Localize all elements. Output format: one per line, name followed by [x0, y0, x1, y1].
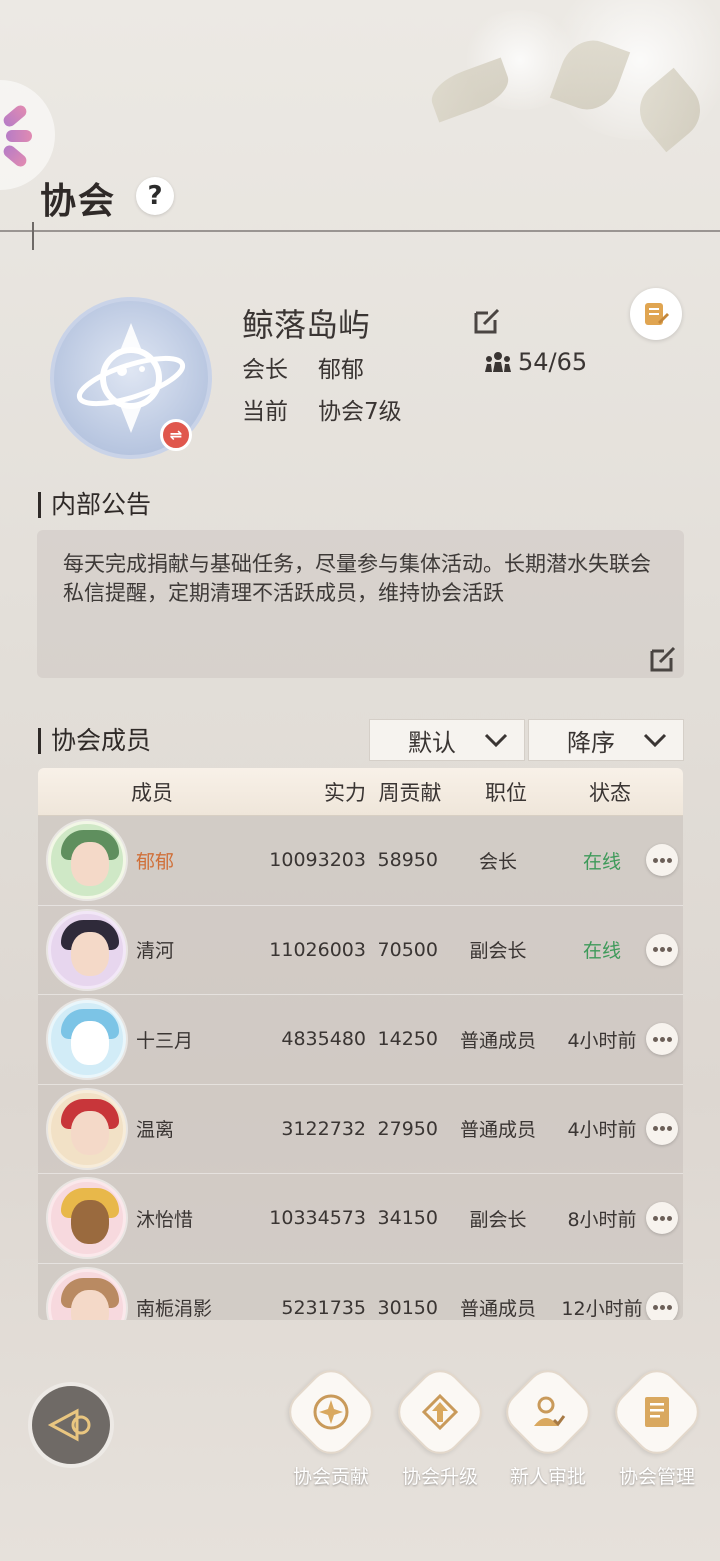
more-options-button[interactable]	[646, 1112, 678, 1145]
member-row[interactable]: 温离 3122732 27950 普通成员 4小时前	[38, 1085, 683, 1174]
notice-box: 每天完成捐献与基础任务，尽量参与集体活动。长期潜水失联会私信提醒，定期清理不活跃…	[37, 530, 684, 678]
notice-text: 每天完成捐献与基础任务，尽量参与集体活动。长期潜水失联会私信提醒，定期清理不活跃…	[63, 552, 651, 605]
member-name: 郁郁	[136, 850, 175, 873]
help-button[interactable]: ?	[136, 177, 174, 215]
edit-notice-icon[interactable]	[648, 644, 678, 674]
swap-emblem-button[interactable]: ⇌	[160, 419, 192, 451]
guild-level-row: 当前 协会7级	[242, 392, 402, 426]
more-options-button[interactable]	[646, 933, 678, 966]
member-position: 普通成员	[459, 1029, 536, 1052]
member-status: 在线	[582, 940, 621, 963]
approval-person-icon	[534, 1396, 566, 1427]
member-name: 清河	[136, 940, 175, 963]
member-weekly: 14250	[377, 1028, 438, 1051]
member-count: 54/65	[484, 348, 587, 376]
member-power: 5231735	[281, 1296, 366, 1319]
edit-icon[interactable]	[472, 306, 502, 336]
sort-field-value: 默认	[408, 728, 456, 757]
header-divider	[0, 230, 720, 232]
leader-label: 会长	[242, 357, 288, 383]
member-row[interactable]: 沐怡惜 10334573 34150 副会长 8小时前	[38, 1174, 683, 1264]
page-title: 协会	[40, 181, 117, 222]
more-options-button[interactable]	[646, 1023, 678, 1056]
member-weekly: 34150	[377, 1207, 438, 1230]
member-row[interactable]: 清河 11026003 70500 副会长 在线	[38, 906, 683, 995]
sort-order-value: 降序	[567, 728, 615, 757]
table-header: 成员 实力 周贡献 职位 状态	[38, 768, 683, 816]
members-icon	[485, 352, 511, 372]
column-header-weekly: 周贡献	[378, 780, 442, 805]
member-name: 南栀涓影	[136, 1298, 213, 1320]
member-status: 4小时前	[567, 1119, 637, 1142]
guild-name: 鲸落岛屿	[242, 306, 371, 344]
level-label: 当前	[242, 399, 288, 425]
column-header-position: 职位	[485, 780, 527, 805]
guild-upgrade-button[interactable]: 协会升级	[389, 1361, 491, 1489]
member-weekly: 70500	[377, 938, 438, 961]
more-options-button[interactable]	[646, 1291, 678, 1320]
action-label: 新人审批	[509, 1466, 586, 1488]
star-badge-icon	[313, 1394, 349, 1430]
member-status: 8小时前	[567, 1208, 637, 1231]
member-status: 12小时前	[561, 1298, 643, 1320]
more-options-button[interactable]	[646, 1202, 678, 1235]
avatar[interactable]	[48, 1089, 126, 1168]
notepad-icon	[645, 303, 669, 325]
avatar[interactable]	[48, 821, 126, 900]
member-power: 3122732	[281, 1117, 366, 1140]
guild-leader-row: 会长 郁郁	[242, 350, 364, 384]
member-power: 4835480	[281, 1028, 366, 1051]
member-weekly: 30150	[377, 1296, 438, 1319]
member-name: 沐怡惜	[136, 1208, 194, 1231]
upgrade-arrow-icon	[421, 1393, 459, 1431]
guild-management-button[interactable]: 协会管理	[606, 1361, 708, 1489]
table-body[interactable]: 郁郁 10093203 58950 会长 在线 清河 11026003 7050…	[38, 816, 683, 1320]
member-weekly: 58950	[377, 849, 438, 872]
member-position: 会长	[478, 850, 517, 873]
members-table: 成员 实力 周贡献 职位 状态 郁郁 10093203 58950 会长 在线 …	[38, 768, 683, 1320]
sort-order-dropdown[interactable]: 降序	[528, 719, 684, 761]
member-weekly: 27950	[377, 1117, 438, 1140]
leader-name: 郁郁	[318, 357, 364, 383]
guild-contribute-button[interactable]: 协会贡献	[280, 1361, 382, 1489]
action-label: 协会贡献	[292, 1466, 369, 1488]
more-options-button[interactable]	[646, 844, 678, 877]
member-name: 温离	[136, 1119, 175, 1142]
member-row[interactable]: 郁郁 10093203 58950 会长 在线	[38, 816, 683, 906]
member-row[interactable]: 十三月 4835480 14250 普通成员 4小时前	[38, 995, 683, 1085]
member-position: 普通成员	[459, 1119, 536, 1142]
new-member-approval-button[interactable]: 新人审批	[497, 1361, 599, 1489]
back-button[interactable]	[32, 1386, 110, 1464]
column-header-member: 成员	[131, 780, 173, 805]
guild-level: 协会7级	[318, 399, 402, 425]
avatar[interactable]	[48, 1000, 126, 1079]
members-title: 协会成员	[38, 728, 151, 754]
column-header-power: 实力	[324, 780, 366, 805]
chevron-down-icon	[484, 733, 508, 748]
back-arrow-icon	[47, 1408, 91, 1442]
member-status: 在线	[582, 850, 621, 873]
member-name: 十三月	[136, 1029, 194, 1052]
avatar[interactable]	[48, 1179, 126, 1258]
member-position: 副会长	[469, 1208, 527, 1231]
avatar[interactable]	[48, 1268, 126, 1320]
member-position: 普通成员	[459, 1298, 536, 1320]
action-label: 协会管理	[618, 1466, 695, 1488]
member-status: 4小时前	[567, 1029, 637, 1052]
notice-title: 内部公告	[38, 492, 151, 518]
member-power: 10334573	[269, 1207, 366, 1230]
column-header-status: 状态	[589, 780, 631, 805]
sort-field-dropdown[interactable]: 默认	[369, 719, 525, 761]
header-divider-tick	[32, 222, 34, 250]
management-book-icon	[645, 1397, 669, 1427]
member-count-value: 54/65	[518, 348, 588, 376]
chevron-down-icon	[643, 733, 667, 748]
avatar[interactable]	[48, 910, 126, 989]
member-row[interactable]: 南栀涓影 5231735 30150 普通成员 12小时前	[38, 1264, 683, 1320]
member-power: 10093203	[269, 849, 366, 872]
notes-button[interactable]	[630, 288, 682, 340]
member-position: 副会长	[469, 940, 527, 963]
action-label: 协会升级	[401, 1466, 478, 1488]
member-power: 11026003	[269, 938, 366, 961]
